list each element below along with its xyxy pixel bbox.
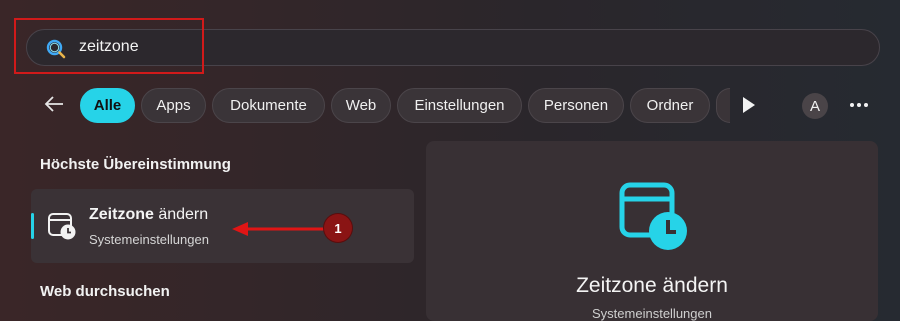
preview-panel: Zeitzone ändern Systemeinstellungen <box>426 141 878 321</box>
annotation-number: 1 <box>334 220 342 236</box>
avatar-initial: A <box>809 97 820 115</box>
filter-label: Personen <box>543 97 609 114</box>
filter-documents[interactable]: Dokumente <box>212 88 325 123</box>
filter-label: Apps <box>156 97 191 114</box>
filter-label: Alle <box>93 97 122 114</box>
filter-label: Dokumente <box>230 97 307 114</box>
calendar-clock-icon <box>619 182 687 250</box>
filter-all[interactable]: Alle <box>80 88 135 123</box>
annotation-highlight-box <box>14 18 204 74</box>
avatar[interactable]: A <box>802 93 828 119</box>
result-title: Zeitzone ändern <box>89 206 208 224</box>
preview-title: Zeitzone ändern <box>576 274 728 297</box>
best-match-heading: Höchste Übereinstimmung <box>40 156 231 173</box>
filter-settings[interactable]: Einstellungen <box>397 88 522 123</box>
play-icon[interactable] <box>741 96 757 114</box>
filter-folders[interactable]: Ordner <box>630 88 710 123</box>
result-title-rest: ändern <box>153 206 209 223</box>
result-subtitle: Systemeinstellungen <box>89 232 209 247</box>
best-match-result[interactable]: Zeitzone ändern Systemeinstellungen <box>31 189 414 263</box>
preview-subtitle: Systemeinstellungen <box>592 306 712 321</box>
filter-label: Web <box>345 97 377 114</box>
back-arrow-icon[interactable] <box>42 92 66 116</box>
calendar-clock-icon <box>48 213 76 240</box>
result-title-match: Zeitzone <box>89 206 154 223</box>
filter-apps[interactable]: Apps <box>141 88 206 123</box>
annotation-badge: 1 <box>324 214 352 242</box>
filter-web[interactable]: Web <box>331 88 391 123</box>
more-icon[interactable] <box>849 101 869 109</box>
filter-overflow[interactable] <box>716 88 730 123</box>
filter-label: Ordner <box>646 97 694 114</box>
web-search-heading: Web durchsuchen <box>40 283 170 300</box>
selection-indicator <box>31 213 34 239</box>
filter-label: Einstellungen <box>414 97 505 114</box>
filter-people[interactable]: Personen <box>528 88 624 123</box>
